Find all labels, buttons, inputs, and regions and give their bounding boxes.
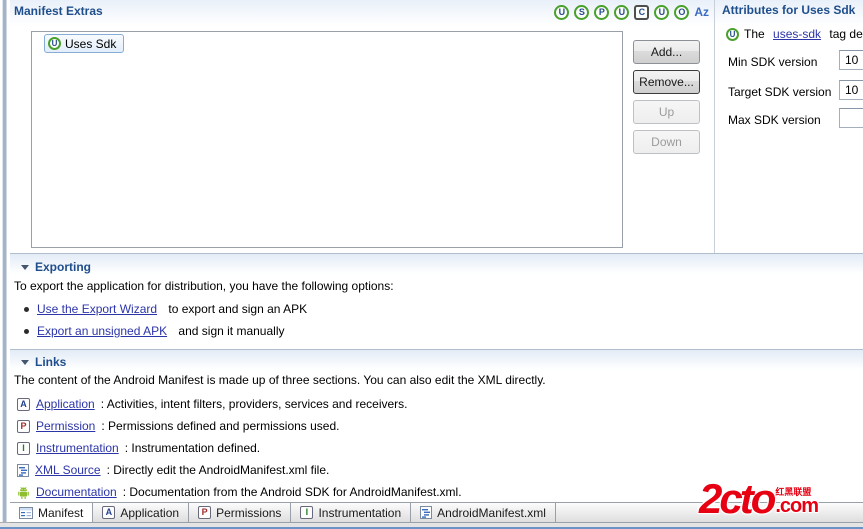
target-sdk-version-input[interactable] — [839, 80, 863, 100]
manifest-extras-list[interactable]: U Uses Sdk — [31, 31, 623, 248]
tab-label: Application — [120, 505, 180, 520]
2cto-watermark-logo: 2cto 红黑联盟 .com — [699, 475, 819, 522]
manifest-extras-toolbar: U S P U C U O Az — [531, 5, 709, 20]
tab-label: Manifest — [38, 505, 84, 520]
export-unsigned-bullet: Export an unsigned APK and sign it manua… — [24, 324, 285, 338]
documentation-link-row: Documentation : Documentation from the A… — [17, 485, 462, 499]
target-sdk-version-label: Target SDK version — [728, 85, 832, 99]
min-sdk-version-label: Min SDK version — [728, 55, 818, 69]
panel-divider — [714, 0, 715, 253]
permission-icon: P — [17, 419, 30, 433]
link-row-text: : Directly edit the AndroidManifest.xml … — [106, 463, 330, 477]
link-row-text: : Documentation from the Android SDK for… — [122, 485, 462, 499]
add-uses-feature-icon[interactable]: U — [654, 5, 670, 20]
list-item-label: Uses Sdk — [65, 36, 117, 51]
permission-link-row: P Permission : Permissions defined and p… — [17, 419, 339, 433]
tab-application[interactable]: A Application — [93, 503, 190, 522]
tab-androidmanifest-xml[interactable]: AndroidManifest.xml — [411, 503, 556, 522]
manifest-editor-icon — [19, 506, 33, 519]
max-sdk-version-input[interactable] — [839, 108, 863, 128]
watermark-suffix: .com — [775, 495, 819, 517]
list-item-uses-sdk[interactable]: U Uses Sdk — [44, 34, 125, 53]
add-uses-sdk-icon[interactable]: U — [554, 5, 570, 20]
hint-text-before: The — [744, 27, 769, 41]
collapse-triangle-icon[interactable] — [21, 359, 29, 365]
link-row-text: : Permissions defined and permissions us… — [101, 419, 340, 433]
add-button[interactable]: Add... — [633, 40, 700, 64]
link-row-text: : Activities, intent filters, providers,… — [100, 397, 408, 411]
application-icon: A — [102, 506, 116, 519]
max-sdk-version-label: Max SDK version — [728, 113, 821, 127]
tab-label: AndroidManifest.xml — [437, 505, 546, 520]
links-title: Links — [35, 355, 67, 369]
bullet-icon — [24, 328, 29, 334]
manifest-extras-title: Manifest Extras — [14, 4, 103, 18]
min-sdk-version-input[interactable] — [839, 50, 863, 70]
link-row-text: : Instrumentation defined. — [124, 441, 261, 455]
exporting-title: Exporting — [35, 260, 91, 274]
export-wizard-bullet: Use the Export Wizard to export and sign… — [24, 302, 307, 316]
xml-source-link[interactable]: XML Source — [35, 463, 101, 477]
left-gutter-stripe — [0, 0, 10, 529]
instrumentation-link[interactable]: Instrumentation — [36, 441, 119, 455]
tab-instrumentation[interactable]: I Instrumentation — [291, 503, 412, 522]
export-wizard-link[interactable]: Use the Export Wizard — [37, 302, 157, 316]
bullet-text: and sign it manually — [175, 324, 285, 338]
application-link-row: A Application : Activities, intent filte… — [17, 397, 408, 411]
uses-sdk-icon: U — [726, 27, 739, 41]
exporting-section-header[interactable]: Exporting — [21, 260, 91, 274]
documentation-link[interactable]: Documentation — [36, 485, 117, 499]
instrumentation-icon: I — [300, 506, 314, 519]
sort-alphabetical-icon[interactable]: Az — [694, 5, 709, 20]
bullet-icon — [24, 306, 29, 312]
links-section-header[interactable]: Links — [21, 355, 66, 369]
down-button[interactable]: Down — [633, 130, 700, 154]
attributes-panel-title: Attributes for Uses Sdk — [722, 3, 856, 17]
uses-sdk-icon: U — [48, 37, 61, 50]
hint-text-after: tag des — [829, 27, 863, 41]
exporting-header-band — [10, 254, 863, 274]
application-icon: A — [17, 397, 30, 411]
uses-sdk-link[interactable]: uses-sdk — [773, 27, 821, 41]
application-link[interactable]: Application — [36, 397, 95, 411]
permission-icon: P — [198, 506, 212, 519]
uses-sdk-description: U The uses-sdk tag des — [726, 27, 863, 41]
manifest-editor-screen: Manifest Extras U S P U C U O Az U Uses … — [0, 0, 863, 529]
instrumentation-link-row: I Instrumentation : Instrumentation defi… — [17, 441, 260, 455]
up-button[interactable]: Up — [633, 100, 700, 124]
add-protected-broadcast-icon[interactable]: P — [594, 5, 610, 20]
permission-link[interactable]: Permission — [36, 419, 95, 433]
tab-label: Instrumentation — [318, 505, 402, 520]
android-robot-icon — [18, 486, 29, 499]
instrumentation-icon: I — [17, 441, 30, 455]
add-original-package-icon[interactable]: O — [674, 5, 690, 20]
xml-file-icon — [17, 463, 29, 477]
tab-permissions[interactable]: P Permissions — [189, 503, 292, 522]
xml-source-link-row: XML Source : Directly edit the AndroidMa… — [17, 463, 329, 477]
add-uses-element-icon[interactable]: U — [614, 5, 630, 20]
xml-file-icon — [420, 506, 433, 519]
tab-label: Permissions — [216, 505, 282, 520]
collapse-triangle-icon[interactable] — [21, 264, 29, 270]
links-intro: The content of the Android Manifest is m… — [14, 373, 546, 387]
exporting-intro: To export the application for distributi… — [14, 279, 394, 293]
add-compatible-screens-icon[interactable]: C — [634, 5, 650, 20]
tab-manifest[interactable]: Manifest — [10, 503, 94, 522]
export-unsigned-link[interactable]: Export an unsigned APK — [37, 324, 167, 338]
bullet-text: to export and sign an APK — [165, 302, 308, 316]
links-header-band — [10, 350, 863, 370]
watermark-brand: 2cto — [699, 475, 776, 522]
add-supports-screens-icon[interactable]: S — [574, 5, 590, 20]
remove-button[interactable]: Remove... — [633, 70, 700, 94]
